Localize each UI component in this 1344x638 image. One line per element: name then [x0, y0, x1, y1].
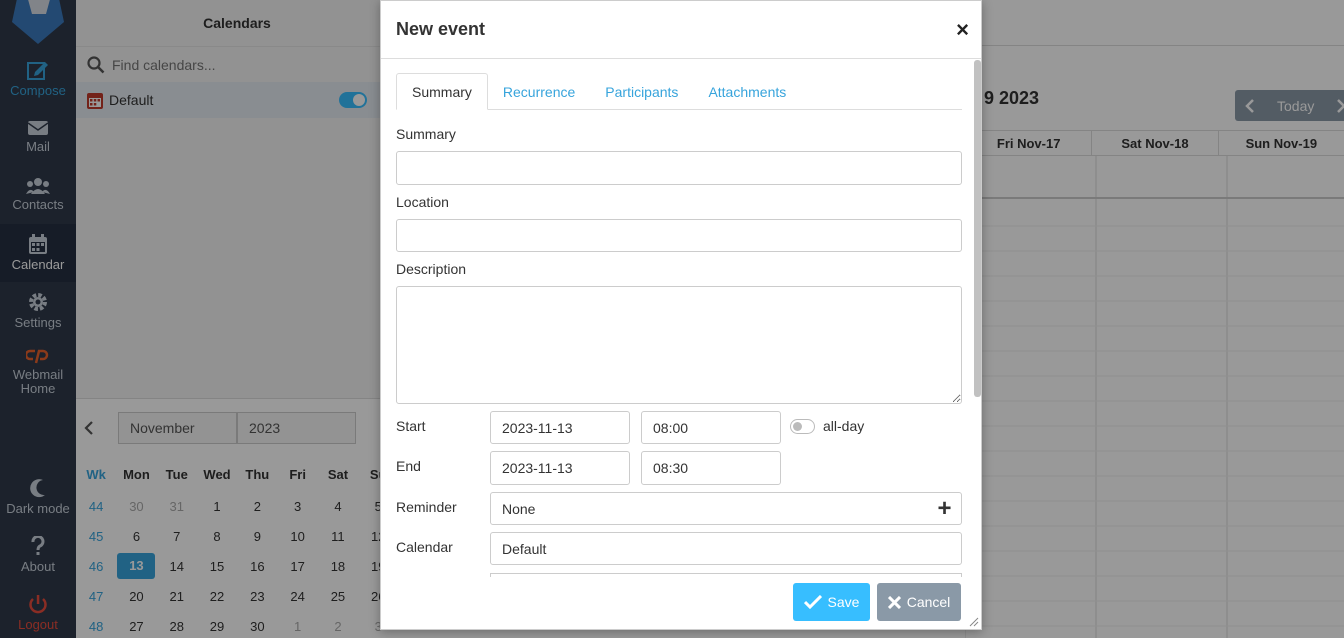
summary-label: Summary [396, 126, 456, 142]
all-day-toggle[interactable] [790, 419, 815, 434]
end-time-input[interactable]: 08:30 [641, 451, 781, 485]
reminder-select[interactable]: None [490, 492, 929, 525]
cancel-button[interactable]: Cancel [877, 583, 961, 621]
check-icon [803, 595, 822, 609]
dialog-tabs: Summary Recurrence Participants Attachme… [396, 73, 962, 110]
dialog-title: New event [396, 19, 486, 39]
next-field-edge [490, 573, 962, 577]
add-reminder-button[interactable]: + [928, 492, 962, 525]
save-button[interactable]: Save [793, 583, 870, 621]
dialog-header: New event × [381, 1, 981, 59]
close-icon [887, 595, 901, 609]
start-time-input[interactable]: 08:00 [641, 411, 781, 444]
dialog-scrollbar[interactable] [974, 60, 981, 397]
location-input[interactable] [396, 219, 962, 252]
new-event-dialog: New event × Summary Recurrence Participa… [380, 0, 982, 630]
summary-input[interactable] [396, 151, 962, 185]
location-label: Location [396, 194, 449, 210]
description-textarea[interactable] [396, 286, 962, 404]
save-label: Save [827, 594, 860, 610]
start-label: Start [396, 418, 426, 434]
close-icon[interactable]: × [956, 19, 969, 41]
start-date-input[interactable]: 2023-11-13 [490, 411, 630, 444]
cancel-label: Cancel [906, 594, 951, 610]
tab-participants[interactable]: Participants [590, 73, 693, 110]
reminder-label: Reminder [396, 499, 457, 515]
tab-summary[interactable]: Summary [396, 73, 488, 110]
plus-icon: + [937, 494, 952, 522]
end-label: End [396, 458, 421, 474]
end-date-input[interactable]: 2023-11-13 [490, 451, 630, 485]
all-day-label: all-day [823, 418, 865, 434]
tab-recurrence[interactable]: Recurrence [488, 73, 590, 110]
calendar-select[interactable]: Default [490, 532, 962, 565]
description-label: Description [396, 261, 467, 277]
calendar-label: Calendar [396, 539, 453, 555]
resize-handle-icon[interactable] [969, 617, 979, 627]
tab-attachments[interactable]: Attachments [693, 73, 801, 110]
